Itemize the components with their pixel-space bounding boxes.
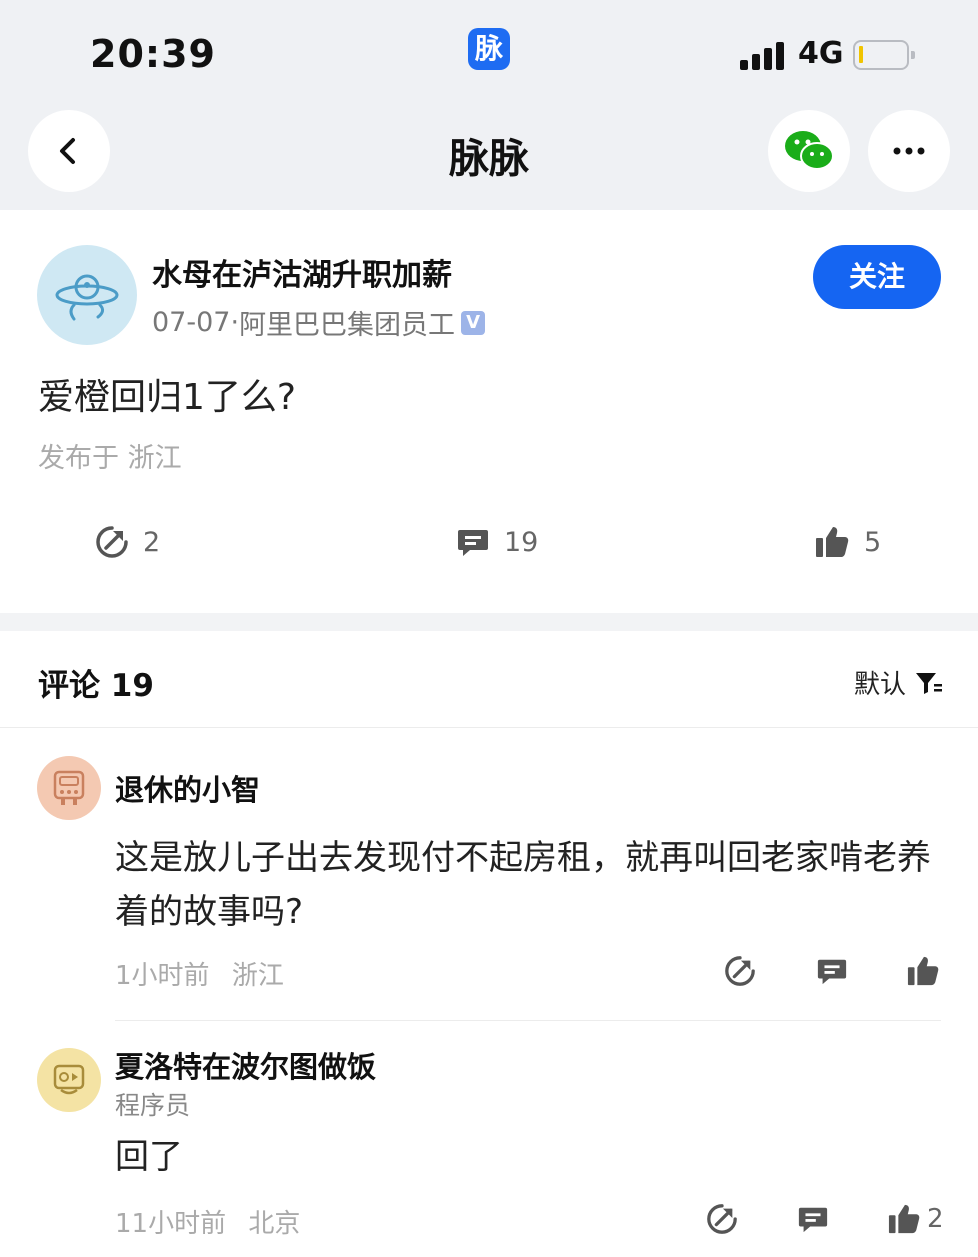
- comment-share-button[interactable]: [706, 1203, 738, 1235]
- sort-label: 默认: [854, 670, 907, 700]
- share-icon: [725, 956, 755, 986]
- commenter-avatar[interactable]: [37, 1048, 101, 1112]
- ufo-avatar-icon: [55, 274, 119, 321]
- meta-separator: ·: [230, 307, 240, 338]
- share-icon: [96, 526, 128, 558]
- post-location: 发布于 浙江: [38, 443, 182, 474]
- sort-dropdown[interactable]: 默认: [854, 664, 944, 701]
- comment-share-button[interactable]: [724, 955, 756, 987]
- share-icon: [707, 1204, 737, 1234]
- comment-like-button[interactable]: 2: [887, 1203, 944, 1235]
- comments-title: 评论 19: [38, 668, 154, 704]
- more-button[interactable]: [868, 110, 950, 192]
- comment-time: 1小时前: [115, 961, 210, 991]
- comment-count: 19: [504, 526, 539, 558]
- like-count: 5: [864, 526, 882, 558]
- comment-button[interactable]: 19: [456, 525, 538, 559]
- thumbs-up-icon: [888, 1204, 920, 1234]
- commenter-name[interactable]: 夏洛特在波尔图做饭: [115, 1044, 376, 1086]
- more-icon: [893, 147, 925, 155]
- wechat-icon: [785, 131, 834, 170]
- projector-avatar-icon: [53, 1064, 85, 1095]
- post-text: 爱橙回归1了么?: [38, 377, 297, 418]
- wechat-share-button[interactable]: [768, 110, 850, 192]
- robot-avatar-icon: [53, 770, 85, 805]
- section-divider: [0, 613, 978, 631]
- author-company: 阿里巴巴集团员工: [239, 310, 456, 341]
- thumbs-up-icon: [816, 527, 849, 557]
- comment-text: 回了: [115, 1137, 183, 1177]
- commenter-name[interactable]: 退休的小智: [115, 767, 260, 809]
- comment-text: 这是放儿子出去发现付不起房租，就再叫回老家啃老养着的故事吗?: [115, 838, 931, 932]
- battery-icon: [853, 40, 915, 70]
- follow-button[interactable]: 关注: [813, 245, 941, 309]
- share-button[interactable]: 2: [95, 525, 160, 559]
- comment-meta: 11小时前 北京: [115, 1203, 300, 1240]
- like-button[interactable]: 5: [814, 525, 881, 559]
- comment-like-button[interactable]: [906, 955, 940, 987]
- comment-location: 北京: [248, 1209, 301, 1239]
- commenter-avatar[interactable]: [37, 756, 101, 820]
- verified-icon: V: [461, 310, 486, 335]
- comment-icon: [798, 1207, 828, 1233]
- comment-reply-button[interactable]: [797, 1203, 829, 1235]
- comment-meta: 1小时前 浙江: [115, 955, 284, 992]
- share-count: 2: [143, 526, 161, 558]
- comment-icon: [458, 530, 488, 556]
- comment-icon: [817, 959, 847, 985]
- thumbs-up-icon: [907, 956, 939, 986]
- signal-icon: [740, 40, 788, 70]
- header-line: [0, 727, 978, 728]
- comment-separator: [115, 1020, 941, 1021]
- author-meta: 07-07 · 阿里巴巴集团员工 V: [152, 303, 486, 342]
- commenter-role: 程序员: [115, 1091, 191, 1120]
- status-time: 20:39: [90, 32, 216, 76]
- post-date: 07-07: [152, 307, 231, 338]
- comment-reply-button[interactable]: [816, 955, 848, 987]
- author-avatar[interactable]: [37, 245, 137, 345]
- comment-time: 11小时前: [115, 1209, 227, 1239]
- network-type: 4G: [798, 36, 844, 71]
- maimai-app-icon: 脉: [468, 28, 510, 70]
- comment-like-count: 2: [927, 1204, 944, 1234]
- top-bar: 20:39 脉 4G 脉脉: [0, 0, 978, 210]
- filter-icon: [916, 672, 943, 694]
- author-name[interactable]: 水母在泸沽湖升职加薪: [152, 250, 452, 294]
- comment-location: 浙江: [231, 961, 284, 991]
